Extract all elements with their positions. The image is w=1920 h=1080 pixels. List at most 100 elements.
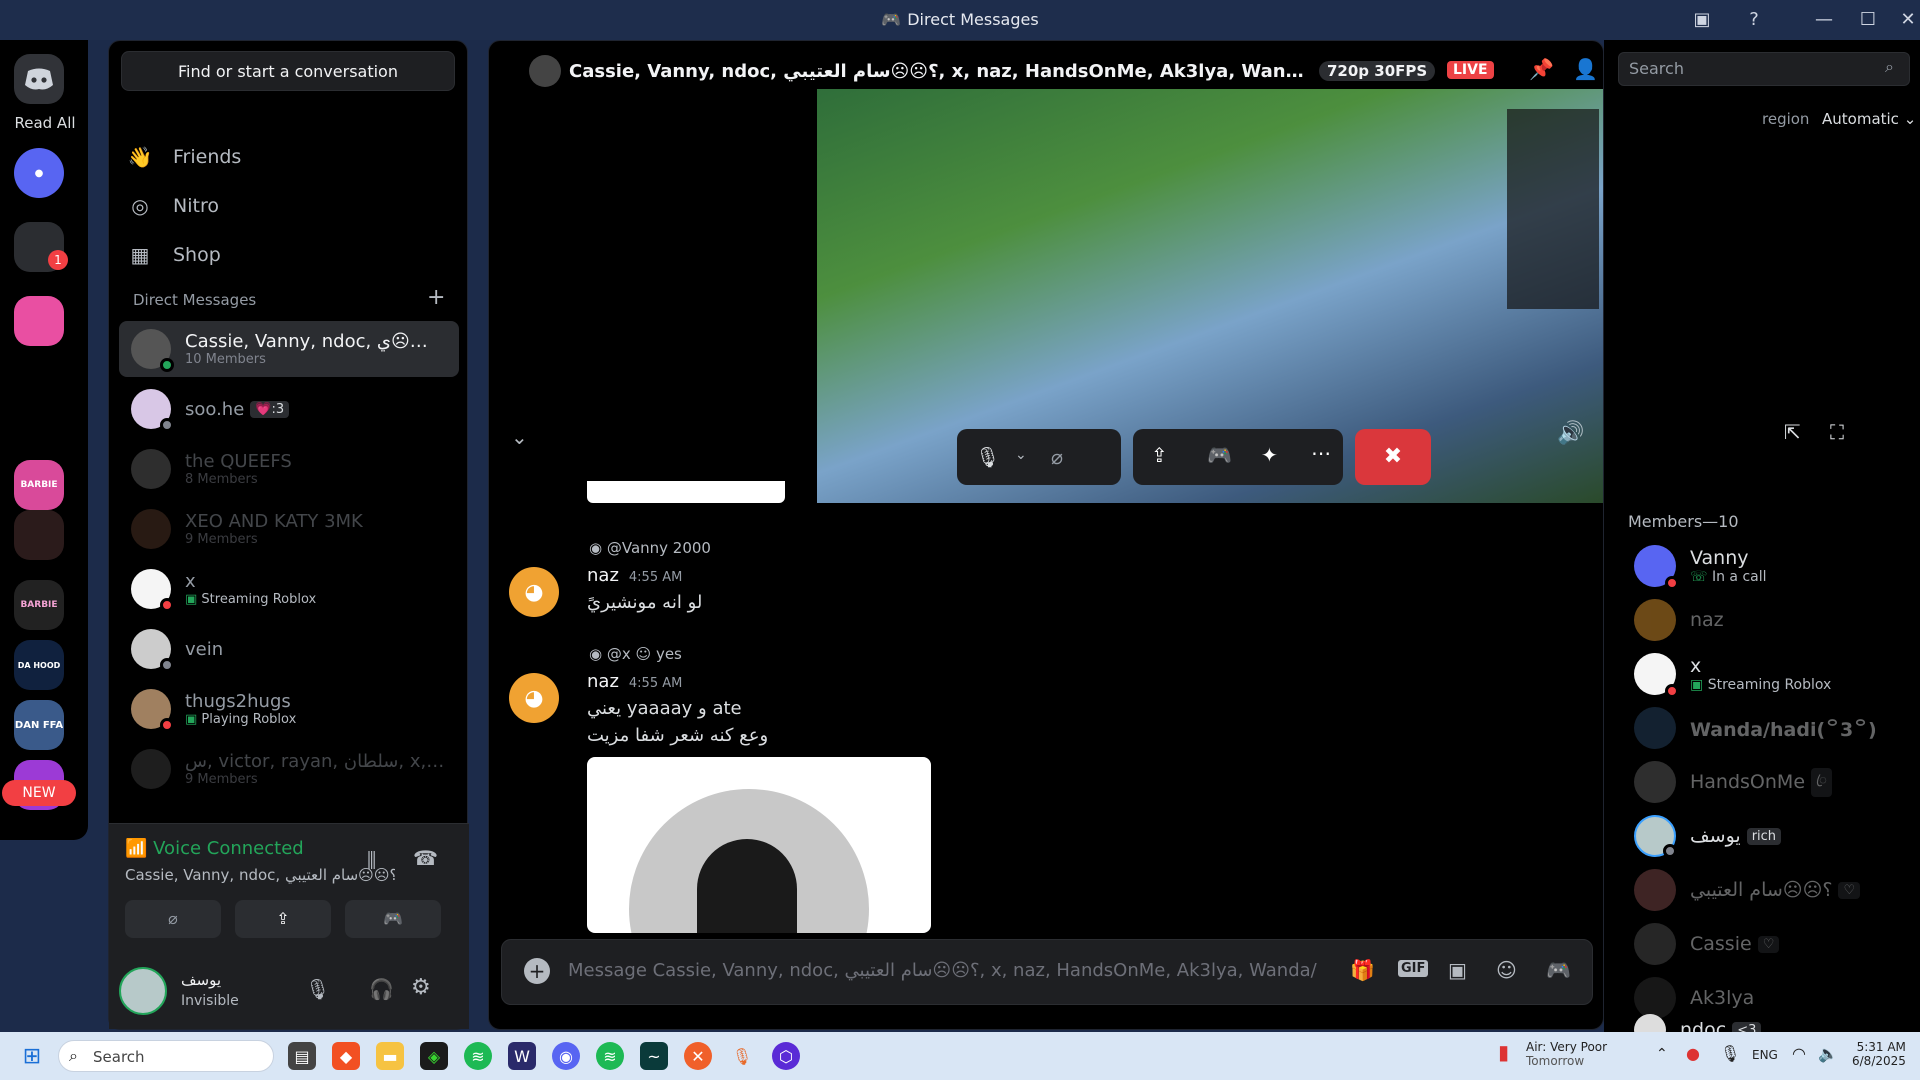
avatar xyxy=(131,329,174,372)
leave-call-button[interactable]: ✖ xyxy=(1355,429,1431,485)
message-input[interactable]: Message Cassie, Vanny, ndoc, ؟☹☹سام العت… xyxy=(568,960,1318,981)
discord-taskbar-icon[interactable]: ◉ xyxy=(552,1042,580,1070)
windows-start-icon[interactable]: ⊞ xyxy=(18,1042,46,1070)
attach-plus-icon[interactable]: + xyxy=(524,958,550,984)
member-item[interactable]: Wanda/hadi(꒪3꒪) xyxy=(1634,704,1877,752)
activity-icon[interactable]: 🎮 xyxy=(1207,443,1232,467)
close-icon[interactable]: ✕ xyxy=(1896,8,1920,32)
emoji-icon[interactable]: ☺ xyxy=(1496,958,1517,982)
image-attachment[interactable] xyxy=(587,481,785,503)
live-stream-video[interactable]: 🎙 ⌄ ⌀ ⇪ 🎮 ✦ ⋯ ✖ xyxy=(817,89,1603,503)
member-item[interactable]: x ▣ Streaming Roblox xyxy=(1634,650,1831,698)
create-dm-icon[interactable]: + xyxy=(427,285,445,310)
clock[interactable]: 5:31 AM 6/8/2025 xyxy=(1852,1040,1906,1068)
mic-icon[interactable]: 🎙 xyxy=(305,977,330,1001)
server-red[interactable] xyxy=(14,510,64,560)
tray-chevron-icon[interactable]: ⌃ xyxy=(1656,1046,1668,1062)
gift-icon[interactable]: 🎁 xyxy=(1350,958,1375,982)
member-item[interactable]: Vanny ☏ In a call xyxy=(1634,542,1767,590)
game-icon: ▣ xyxy=(185,592,202,607)
tray-app-icon[interactable]: ● xyxy=(1686,1044,1700,1063)
find-conversation-button[interactable]: Find or start a conversation xyxy=(121,51,455,91)
member-item[interactable]: naz xyxy=(1634,596,1724,644)
reply-context[interactable]: ◉ @Vanny 2000 xyxy=(589,539,711,557)
app-icon[interactable]: ◈ xyxy=(420,1042,448,1070)
weather-widget[interactable]: Air: Very Poor Tomorrow xyxy=(1526,1040,1607,1068)
app-icon[interactable]: ✕ xyxy=(684,1042,712,1070)
dm-item[interactable]: س, victor, rayan, سلطان, x, ؟☹…9 Members xyxy=(119,741,459,797)
brave-icon[interactable]: ◆ xyxy=(332,1042,360,1070)
language-indicator[interactable]: ENG xyxy=(1752,1048,1778,1062)
volume-icon[interactable]: 🔈 xyxy=(1818,1044,1838,1063)
app-icon[interactable]: ~ xyxy=(640,1042,668,1070)
nav-friends[interactable]: 👋 Friends xyxy=(127,135,242,179)
task-view-icon[interactable]: ▤ xyxy=(288,1042,316,1070)
server-danffa[interactable]: DAN FFA xyxy=(14,700,64,750)
app-icon[interactable]: ⬡ xyxy=(772,1042,800,1070)
member-item[interactable]: HandsOnMeꦿ xyxy=(1634,758,1832,806)
video-off-button[interactable]: ⌀ xyxy=(125,900,221,938)
dm-item[interactable]: vein xyxy=(119,621,459,677)
screen-share-icon[interactable]: ⇪ xyxy=(1151,443,1168,467)
help-icon[interactable]: ? xyxy=(1742,8,1766,32)
camera-off-icon[interactable]: ⌀ xyxy=(1051,445,1063,469)
dm-item[interactable]: thugs2hugs ▣ Playing Roblox xyxy=(119,681,459,737)
member-item[interactable]: Cassie ♡ xyxy=(1634,920,1780,968)
server-barbie-2[interactable]: BARBIE xyxy=(14,580,64,630)
spotify-icon[interactable]: ≋ xyxy=(596,1042,624,1070)
fullscreen-icon[interactable]: ⛶ xyxy=(1830,420,1844,444)
more-icon[interactable]: ⋯ xyxy=(1311,441,1331,465)
disconnect-icon[interactable]: ☎ xyxy=(413,846,438,870)
nav-nitro[interactable]: ◎ Nitro xyxy=(127,184,219,228)
tray-mic-icon[interactable]: 🎙 xyxy=(1720,1044,1740,1063)
app-icon[interactable]: W xyxy=(508,1042,536,1070)
dm-item[interactable]: the QUEEFS 8 Members xyxy=(119,441,459,497)
dm-item[interactable]: x ▣ Streaming Roblox xyxy=(119,561,459,617)
server-folder-pink[interactable] xyxy=(14,296,64,346)
inbox-icon[interactable]: ▣ xyxy=(1690,8,1714,32)
volume-icon[interactable]: 🔊 xyxy=(1557,421,1584,446)
sticker-icon[interactable]: ▣ xyxy=(1448,958,1467,982)
soundboard-icon[interactable]: ⫼ xyxy=(367,848,376,872)
read-all-button[interactable]: Read All xyxy=(6,114,84,132)
search-box[interactable]: Search ⌕ xyxy=(1618,52,1910,86)
mic-icon[interactable]: 🎙 xyxy=(975,445,1000,469)
member-item[interactable]: ؟☹☹سام العتيبي ♡ xyxy=(1634,866,1861,914)
minimize-icon[interactable]: — xyxy=(1812,8,1836,32)
maximize-icon[interactable]: ☐ xyxy=(1856,8,1880,32)
mic-app-icon[interactable]: 🎙 xyxy=(728,1042,756,1070)
popout-icon[interactable]: ⇱ xyxy=(1784,420,1801,444)
soundboard-icon[interactable]: ✦ xyxy=(1261,443,1278,467)
pin-icon[interactable]: 📌 xyxy=(1529,57,1554,81)
file-explorer-icon[interactable]: ▬ xyxy=(376,1042,404,1070)
screen-share-button[interactable]: ⇪ xyxy=(235,900,331,938)
activity-button[interactable]: 🎮 xyxy=(345,900,441,938)
dm-item[interactable]: Cassie, Vanny, ndoc, ؟☹☹ي…10 Members xyxy=(119,321,459,377)
avatar[interactable]: ◕ xyxy=(509,567,559,617)
chevron-down-icon[interactable]: ⌄ xyxy=(1015,447,1027,463)
call-icon: ☏ xyxy=(1690,569,1712,585)
avatar[interactable]: ◕ xyxy=(509,673,559,723)
server-dahood[interactable]: DA HOOD xyxy=(14,640,64,690)
avatar[interactable] xyxy=(119,967,167,1015)
image-attachment[interactable] xyxy=(587,757,931,933)
taskbar-search[interactable]: ⌕ Search xyxy=(58,1040,274,1072)
server-group-icon[interactable]: ● xyxy=(14,148,64,198)
nav-shop[interactable]: ▦ Shop xyxy=(127,233,221,277)
headphones-icon[interactable]: 🎧 xyxy=(369,977,394,1001)
add-friend-icon[interactable]: 👤 xyxy=(1573,57,1598,81)
reply-context[interactable]: ◉ @x ☺ yes xyxy=(589,645,682,663)
dm-item[interactable]: XEO AND KATY 3MK 9 Members xyxy=(119,501,459,557)
discord-home-icon[interactable] xyxy=(14,54,64,104)
search-input[interactable]: Search xyxy=(1629,59,1684,78)
collapse-chevron-icon[interactable]: ⌄ xyxy=(511,425,528,449)
region-select[interactable]: Automatic ⌄ xyxy=(1822,110,1916,128)
apps-icon[interactable]: 🎮 xyxy=(1546,958,1571,982)
gif-icon[interactable]: GIF xyxy=(1398,960,1429,977)
server-barbie[interactable]: BARBIE xyxy=(14,460,64,510)
spotify-icon[interactable]: ≋ xyxy=(464,1042,492,1070)
dm-item[interactable]: soo.he 💗:3 xyxy=(119,381,459,437)
settings-icon[interactable]: ⚙ xyxy=(411,975,431,1000)
wifi-icon[interactable]: ◠ xyxy=(1792,1044,1806,1063)
member-item[interactable]: يوسف rich xyxy=(1634,812,1782,860)
